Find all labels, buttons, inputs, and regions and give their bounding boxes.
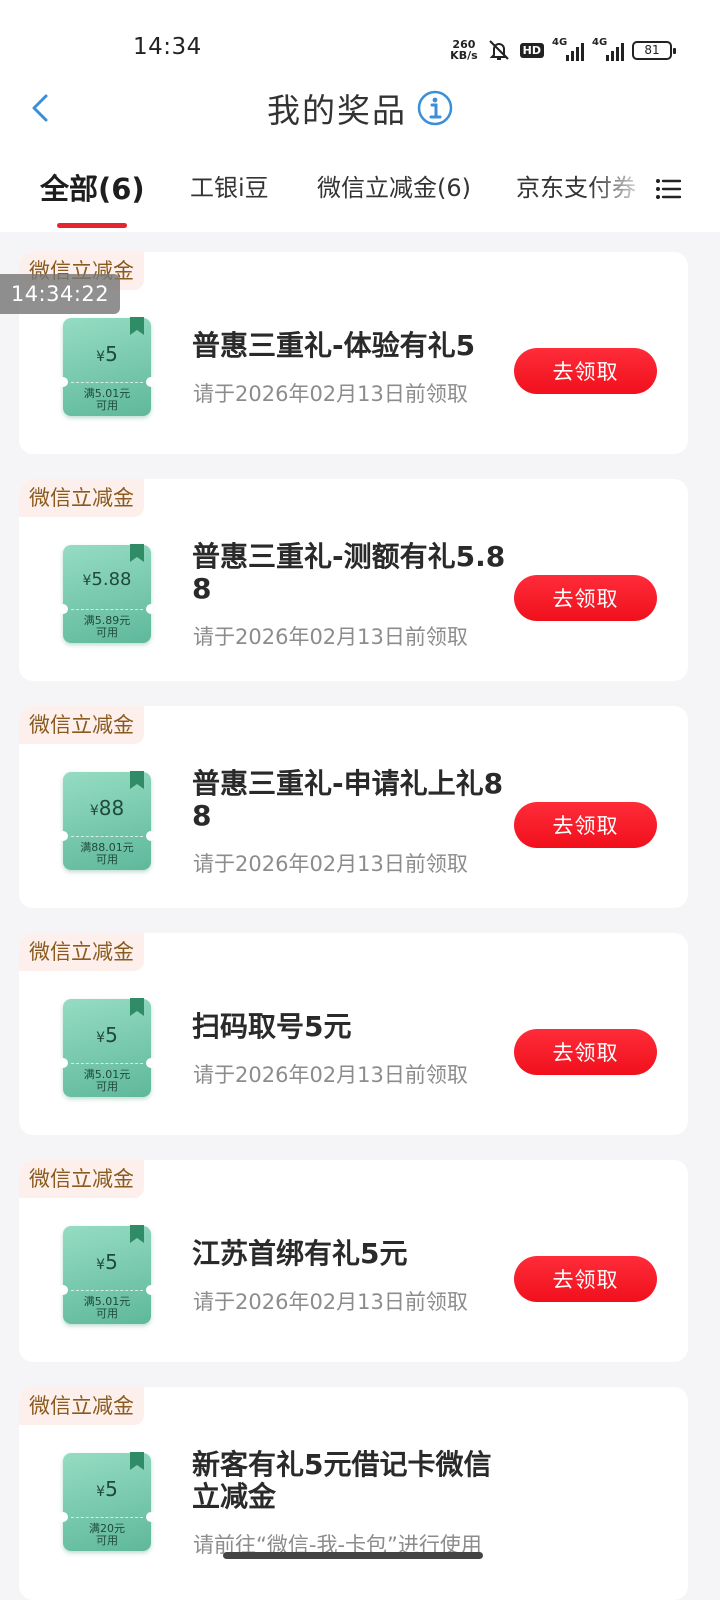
- list-menu-icon: [656, 179, 682, 199]
- tab-bar: 全部(6) 工银i豆 微信立减金(6) 京东支付券: [0, 160, 720, 232]
- claim-button[interactable]: 去领取: [514, 802, 657, 848]
- status-time: 14:34: [133, 34, 202, 60]
- prize-deadline: 请于2026年02月13日前领取: [193, 1290, 468, 1314]
- battery-icon: 81: [632, 40, 676, 60]
- prize-type-tag: 微信立减金: [19, 1387, 144, 1425]
- bookmark-icon: [130, 771, 144, 789]
- prize-type-tag: 微信立减金: [19, 1160, 144, 1198]
- prize-card: 微信立减金 ¥88 满88.01元 可用 普惠三重礼-申请礼上礼88 请于2026…: [19, 706, 688, 908]
- home-indicator[interactable]: [223, 1552, 483, 1559]
- coupon-condition: 满5.89元 可用: [83, 614, 131, 639]
- coupon-amount: ¥5: [96, 342, 118, 366]
- network-speed-unit: KB/s: [450, 49, 478, 62]
- page-title: 我的奖品: [267, 91, 407, 130]
- recording-timestamp-overlay: 14:34:22: [0, 274, 120, 314]
- coupon-thumbnail: ¥88 满88.01元 可用: [58, 771, 156, 870]
- coupon-amount: ¥5: [96, 1477, 118, 1501]
- claim-button[interactable]: 去领取: [514, 348, 657, 394]
- claim-button[interactable]: 去领取: [514, 1029, 657, 1075]
- page-header: 我的奖品: [0, 80, 720, 136]
- status-icons: 260 KB/s HD 4G 4G 81: [450, 36, 676, 64]
- claim-button[interactable]: 去领取: [514, 1256, 657, 1302]
- coupon-amount: ¥5: [96, 1023, 118, 1047]
- prize-title: 普惠三重礼-测额有礼5.88: [192, 540, 506, 605]
- status-bar: 14:34 260 KB/s HD 4G 4G 81: [0, 0, 720, 90]
- bookmark-icon: [130, 998, 144, 1016]
- prize-title: 新客有礼5元借记卡微信立减金: [192, 1448, 492, 1513]
- info-button[interactable]: [417, 90, 453, 126]
- coupon-condition: 满20元 可用: [89, 1522, 125, 1547]
- battery-level: 81: [644, 43, 660, 57]
- tab-menu-button[interactable]: [652, 172, 686, 206]
- prize-title: 江苏首绑有礼5元: [192, 1237, 408, 1270]
- prize-title: 扫码取号5元: [192, 1010, 352, 1043]
- prize-card: 微信立减金 ¥5 满20元 可用 新客有礼5元借记卡微信立减金 请前往“微信-我-…: [19, 1387, 688, 1600]
- signal-strength-icon-1: 4G: [552, 37, 584, 61]
- prize-deadline: 请于2026年02月13日前领取: [193, 382, 468, 406]
- coupon-condition: 满88.01元 可用: [80, 841, 134, 866]
- signal-strength-icon-2: 4G: [592, 37, 624, 61]
- coupon-amount: ¥5.88: [82, 569, 132, 590]
- coupon-amount: ¥5: [96, 1250, 118, 1274]
- bookmark-icon: [130, 1225, 144, 1243]
- prize-type-tag: 微信立减金: [19, 933, 144, 971]
- bookmark-icon: [130, 1452, 144, 1470]
- active-tab-indicator: [57, 223, 127, 228]
- coupon-thumbnail: ¥5 满5.01元 可用: [58, 317, 156, 416]
- network-speed: 260 KB/s: [450, 39, 477, 61]
- prize-card: 微信立减金 ¥5 满5.01元 可用 扫码取号5元 请于2026年02月13日前领…: [19, 933, 688, 1135]
- coupon-thumbnail: ¥5 满5.01元 可用: [58, 1225, 156, 1324]
- coupon-thumbnail: ¥5 满5.01元 可用: [58, 998, 156, 1097]
- prize-card: 微信立减金 ¥5 满5.01元 可用 江苏首绑有礼5元 请于2026年02月13日…: [19, 1160, 688, 1362]
- bookmark-icon: [130, 317, 144, 335]
- title-group: 我的奖品: [0, 84, 720, 132]
- prize-type-tag: 微信立减金: [19, 479, 144, 517]
- tab-scroll-fade: [590, 160, 650, 220]
- prize-title: 普惠三重礼-体验有礼5: [192, 329, 476, 362]
- network-type-label: 4G: [552, 37, 568, 48]
- prize-deadline: 请于2026年02月13日前领取: [193, 625, 468, 649]
- mute-bell-icon: [486, 38, 512, 62]
- tab-all[interactable]: 全部(6): [40, 166, 145, 208]
- hd-voice-icon: HD: [519, 42, 544, 58]
- coupon-thumbnail: ¥5 满20元 可用: [58, 1452, 156, 1551]
- network-type-label: 4G: [592, 37, 608, 48]
- coupon-amount: ¥88: [89, 796, 125, 820]
- prize-deadline: 请于2026年02月13日前领取: [193, 1063, 468, 1087]
- prize-card: 微信立减金 ¥5.88 满5.89元 可用 普惠三重礼-测额有礼5.88 请于20…: [19, 479, 688, 681]
- prize-type-tag: 微信立减金: [19, 706, 144, 744]
- prize-title: 普惠三重礼-申请礼上礼88: [192, 767, 504, 832]
- coupon-thumbnail: ¥5.88 满5.89元 可用: [58, 544, 156, 643]
- bookmark-icon: [130, 544, 144, 562]
- coupon-condition: 满5.01元 可用: [83, 1068, 131, 1093]
- tab-wechat-coupon[interactable]: 微信立减金(6): [317, 168, 471, 203]
- claim-button[interactable]: 去领取: [514, 575, 657, 621]
- coupon-condition: 满5.01元 可用: [83, 1295, 131, 1320]
- info-circle-icon: [417, 90, 453, 126]
- prize-deadline: 请于2026年02月13日前领取: [193, 852, 468, 876]
- coupon-condition: 满5.01元 可用: [83, 387, 131, 412]
- tab-icbc-ibean[interactable]: 工银i豆: [190, 168, 269, 203]
